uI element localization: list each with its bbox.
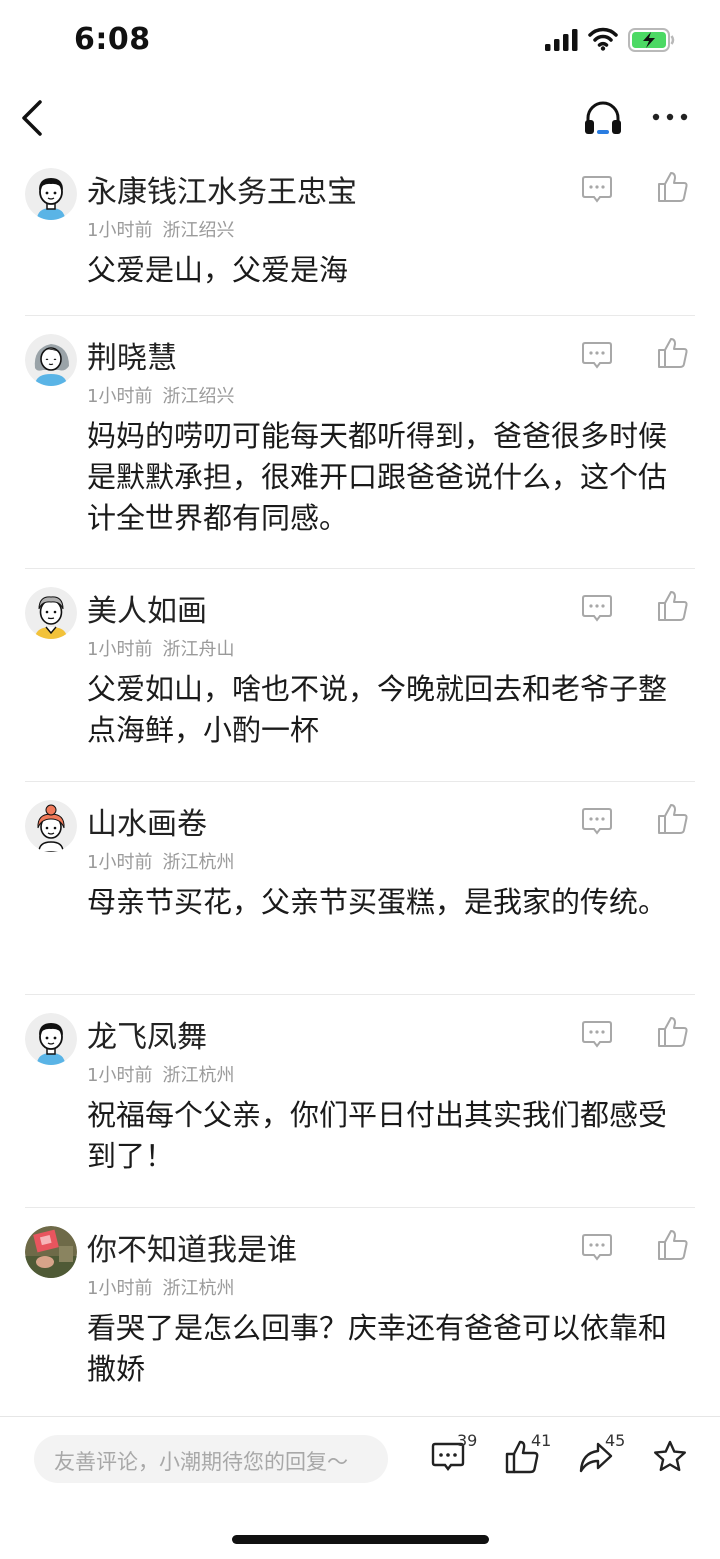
comment-author[interactable]: 你不知道我是谁	[87, 1225, 297, 1269]
comment-item: 永康钱江水务王忠宝 1小时前 浙江绍兴 父爱是山，父爱是海	[0, 150, 720, 316]
comment-text: 看哭了是怎么回事？庆幸还有爸爸可以依靠和撒娇	[87, 1311, 668, 1386]
comment-text: 母亲节买花，父亲节买蛋糕，是我家的传统。	[87, 885, 668, 919]
chevron-left-icon[interactable]	[16, 98, 50, 138]
comment-location: 浙江绍兴	[162, 386, 235, 407]
comment-meta: 1小时前 浙江杭州	[87, 1274, 244, 1300]
elder-avatar[interactable]	[25, 587, 77, 639]
comment-location: 浙江杭州	[162, 852, 235, 873]
comment-text: 妈妈的唠叨可能每天都听得到，爸爸很多时候是默默承担，很难开口跟爸爸说什么，这个估…	[87, 419, 668, 535]
like-icon[interactable]	[656, 336, 690, 370]
comment-input[interactable]: 友善评论，小潮期待您的回复～	[34, 1435, 388, 1483]
reply-icon[interactable]	[581, 806, 613, 836]
reply-icon[interactable]	[581, 1019, 613, 1049]
comment-author[interactable]: 荆晓慧	[87, 333, 177, 377]
comment-author[interactable]: 山水画卷	[87, 799, 207, 843]
share-count: 45	[605, 1431, 626, 1450]
comment-input-placeholder: 友善评论，小潮期待您的回复～	[54, 1450, 348, 1474]
comment-text: 父爱是山，父爱是海	[87, 253, 349, 287]
comment-meta: 1小时前 浙江舟山	[87, 635, 244, 661]
comment-item: 山水画卷 1小时前 浙江杭州 母亲节买花，父亲节买蛋糕，是我家的传统。	[0, 782, 720, 995]
comment-location: 浙江绍兴	[162, 220, 235, 241]
battery-icon	[628, 28, 675, 52]
home-indicator[interactable]	[232, 1535, 489, 1544]
comment-meta: 1小时前 浙江绍兴	[87, 216, 244, 242]
girl-avatar[interactable]	[25, 800, 77, 852]
woman-avatar[interactable]	[25, 334, 77, 386]
comment-time: 1小时前	[87, 852, 153, 873]
like-icon[interactable]	[656, 1015, 690, 1049]
comment-item: 美人如画 1小时前 浙江舟山 父爱如山，啥也不说，今晚就回去和老爷子整点海鲜，小酌…	[0, 569, 720, 782]
like-icon[interactable]	[656, 802, 690, 836]
status-time: 6:08	[74, 22, 151, 57]
comment-location: 浙江舟山	[162, 639, 235, 660]
comment-author[interactable]: 龙飞凤舞	[87, 1012, 207, 1056]
comment-time: 1小时前	[87, 220, 153, 241]
reply-icon[interactable]	[581, 340, 613, 370]
nav-bar	[0, 84, 720, 148]
like-icon[interactable]	[656, 170, 690, 204]
like-icon[interactable]	[656, 589, 690, 623]
star-icon[interactable]	[652, 1439, 688, 1475]
comment-text: 祝福每个父亲，你们平日付出其实我们都感受到了！	[87, 1098, 668, 1173]
comment-item: 龙飞凤舞 1小时前 浙江杭州 祝福每个父亲，你们平日付出其实我们都感受到了！	[0, 995, 720, 1208]
comment-author[interactable]: 美人如画	[87, 586, 207, 630]
comment-location: 浙江杭州	[162, 1065, 235, 1086]
reply-icon[interactable]	[581, 593, 613, 623]
comment-count: 39	[457, 1431, 478, 1450]
comment-time: 1小时前	[87, 386, 153, 407]
reply-icon[interactable]	[581, 1232, 613, 1262]
like-count: 41	[531, 1431, 552, 1450]
like-icon[interactable]	[656, 1228, 690, 1262]
comment-item: 你不知道我是谁 1小时前 浙江杭州 看哭了是怎么回事？庆幸还有爸爸可以依靠和撒娇	[0, 1208, 720, 1418]
photo-avatar[interactable]	[25, 1226, 77, 1278]
comment-time: 1小时前	[87, 1065, 153, 1086]
comment-time: 1小时前	[87, 639, 153, 660]
signal-icon	[545, 29, 578, 51]
comment-location: 浙江杭州	[162, 1278, 235, 1299]
comment-author[interactable]: 永康钱江水务王忠宝	[87, 167, 357, 211]
reply-icon[interactable]	[581, 174, 613, 204]
comment-time: 1小时前	[87, 1278, 153, 1299]
status-bar: 6:08	[0, 0, 720, 80]
boy-avatar[interactable]	[25, 168, 77, 220]
comment-item: 荆晓慧 1小时前 浙江绍兴 妈妈的唠叨可能每天都听得到，爸爸很多时候是默默承担，很…	[0, 316, 720, 569]
headphone-icon[interactable]	[582, 96, 624, 138]
comment-meta: 1小时前 浙江绍兴	[87, 382, 244, 408]
comment-list: 永康钱江水务王忠宝 1小时前 浙江绍兴 父爱是山，父爱是海 荆晓慧 1小时前 浙江绍…	[0, 150, 720, 1418]
more-icon[interactable]	[650, 102, 690, 132]
comment-meta: 1小时前 浙江杭州	[87, 1061, 244, 1087]
wifi-icon	[588, 27, 618, 51]
comment-meta: 1小时前 浙江杭州	[87, 848, 244, 874]
boy-avatar[interactable]	[25, 1013, 77, 1065]
comment-text: 父爱如山，啥也不说，今晚就回去和老爷子整点海鲜，小酌一杯	[87, 672, 668, 747]
